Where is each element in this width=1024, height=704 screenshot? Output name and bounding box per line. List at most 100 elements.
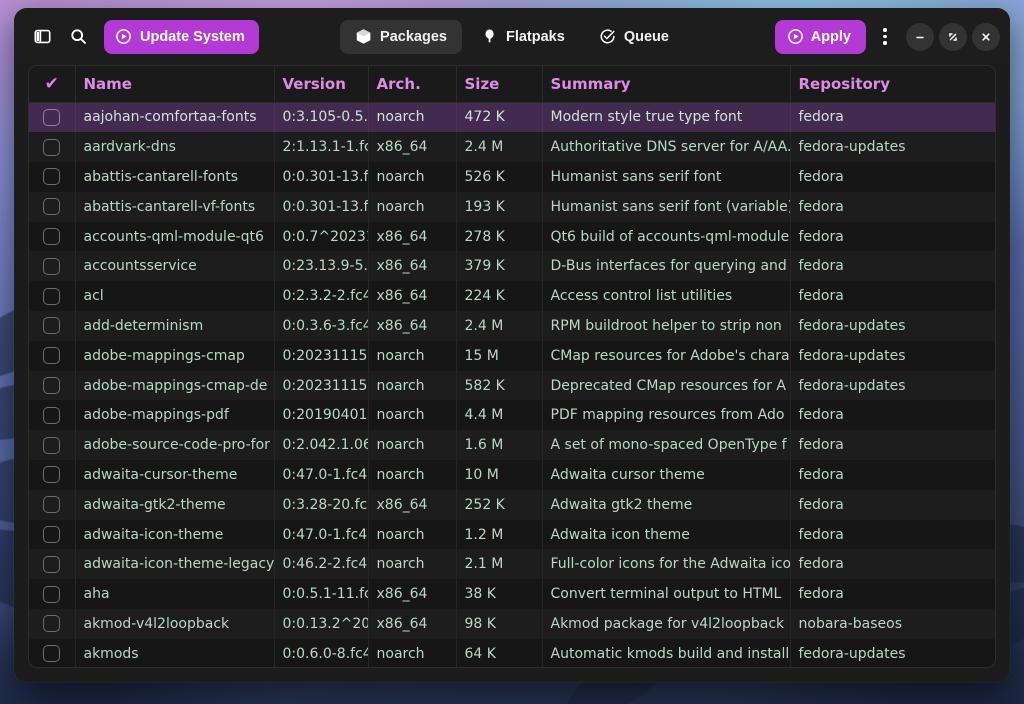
column-header-summary[interactable]: Summary <box>542 66 791 103</box>
table-row[interactable]: adwaita-icon-theme-legacy 0:46.2-2.fc41 no… <box>29 549 995 580</box>
table-row[interactable]: adwaita-cursor-theme 0:47.0-1.fc41 noarch 1… <box>29 460 995 490</box>
package-summary-cell: A set of mono-spaced OpenType f <box>542 430 791 461</box>
table-row[interactable]: accounts-qml-module-qt6 0:0.7^20231 x86_64… <box>29 221 995 252</box>
table-row[interactable]: adwaita-gtk2-theme 0:3.28-20.fc4 x86_64 252… <box>29 489 995 520</box>
row-checkbox[interactable] <box>43 287 61 305</box>
row-checkbox-cell[interactable] <box>29 460 76 490</box>
column-header-size[interactable]: Size <box>456 66 543 103</box>
table-row[interactable]: adwaita-icon-theme 0:47.0-1.fc41 noarch 1.2… <box>29 519 995 550</box>
column-header-version[interactable]: Version <box>274 66 369 103</box>
table-row[interactable]: abattis-cantarell-fonts 0:0.301-13.fe noar… <box>29 162 995 192</box>
package-box-icon <box>355 28 372 45</box>
row-checkbox-cell[interactable] <box>29 191 76 222</box>
row-checkbox[interactable] <box>43 377 61 395</box>
package-summary-cell: Adwaita cursor theme <box>542 460 791 490</box>
maximize-restore-icon[interactable] <box>939 22 967 51</box>
table-row[interactable]: acl 0:2.3.2-2.fc4 x86_64 224 K Access contro… <box>29 281 995 312</box>
row-checkbox-cell[interactable] <box>29 370 76 401</box>
package-arch-cell: noarch <box>368 162 457 192</box>
package-size-cell: 379 K <box>456 251 543 282</box>
row-checkbox-cell[interactable] <box>29 519 76 550</box>
table-row[interactable]: adobe-mappings-cmap-de 0:20231115- noarch 5… <box>29 370 995 401</box>
package-summary-cell: Humanist sans serif font (variable) <box>542 191 791 222</box>
row-checkbox[interactable] <box>43 108 61 126</box>
row-checkbox[interactable] <box>43 555 61 573</box>
update-system-button[interactable]: Update System <box>104 19 259 54</box>
row-checkbox[interactable] <box>43 138 61 156</box>
row-checkbox[interactable] <box>43 466 61 484</box>
package-version-cell: 0:47.0-1.fc41 <box>274 519 369 550</box>
table-row[interactable]: akmods 0:0.6.0-8.fc4 noarch 64 K Automatic k… <box>29 638 995 667</box>
row-checkbox[interactable] <box>43 317 61 335</box>
table-row[interactable]: akmod-v4l2loopback0:0.13.2^202x86_6498 K… <box>29 609 995 639</box>
table-row[interactable]: aardvark-dns 2:1.13.1-1.fc x86_64 2.4 M Auth… <box>29 132 995 163</box>
package-arch-cell: noarch <box>368 102 457 133</box>
package-name-cell: adobe-mappings-pdf <box>75 400 275 431</box>
select-all-checkbox[interactable]: ✔ <box>29 66 76 103</box>
table-row[interactable]: adobe-mappings-cmap 0:20231115- noarch 15 M… <box>29 340 995 371</box>
table-row[interactable]: aajohan-comfortaa-fonts 0:3.105-0.5.2 noar… <box>29 102 995 133</box>
row-checkbox[interactable] <box>43 436 61 454</box>
row-checkbox-cell[interactable] <box>29 311 76 341</box>
play-circle-icon <box>115 28 132 45</box>
row-checkbox[interactable] <box>43 406 61 424</box>
package-version-cell: 0:46.2-2.fc41 <box>274 549 369 580</box>
package-name-cell: adwaita-icon-theme-legacy <box>75 549 275 580</box>
tab-flatpaks[interactable]: Flatpaks <box>466 20 580 54</box>
row-checkbox-cell[interactable] <box>29 400 76 431</box>
package-name-cell: abattis-cantarell-vf-fonts <box>75 191 275 222</box>
row-checkbox-cell[interactable] <box>29 162 76 192</box>
tab-packages[interactable]: Packages <box>340 19 462 54</box>
package-arch-cell: noarch <box>368 191 457 222</box>
table-row[interactable]: accountsservice 0:23.13.9-5.f x86_64 379 KD… <box>29 251 995 282</box>
package-size-cell: 1.6 M <box>456 430 543 461</box>
row-checkbox[interactable] <box>43 585 61 603</box>
package-arch-cell: x86_64 <box>368 251 457 282</box>
search-icon[interactable] <box>62 21 94 53</box>
close-icon[interactable] <box>972 22 1000 51</box>
package-repository-cell: fedora-updates <box>798 645 906 662</box>
row-checkbox-cell[interactable] <box>29 638 76 667</box>
table-row[interactable]: adobe-source-code-pro-for 0:2.042.1.06 noa… <box>29 430 995 461</box>
package-repository-cell: nobara-baseos <box>798 615 903 632</box>
table-row[interactable]: adobe-mappings-pdf 0:20190401- noarch 4.4 M… <box>29 400 995 431</box>
row-checkbox-cell[interactable] <box>29 579 76 610</box>
row-checkbox[interactable] <box>43 198 61 216</box>
row-checkbox-cell[interactable] <box>29 489 76 520</box>
row-checkbox[interactable] <box>43 347 61 365</box>
row-checkbox[interactable] <box>43 526 61 544</box>
package-version-cell: 0:20231115- <box>274 340 369 371</box>
row-checkbox-cell[interactable] <box>29 549 76 580</box>
column-header-name[interactable]: Name <box>75 66 275 103</box>
row-checkbox-cell[interactable] <box>29 281 76 312</box>
row-checkbox-cell[interactable] <box>29 221 76 252</box>
table-row[interactable]: aha 0:0.5.1-11.fc x86_64 38 K Convert termin… <box>29 579 995 610</box>
update-system-label: Update System <box>140 28 245 45</box>
row-checkbox[interactable] <box>43 645 61 663</box>
column-header-repository[interactable]: Repository <box>790 66 995 103</box>
row-checkbox[interactable] <box>43 228 61 246</box>
minimize-icon[interactable] <box>906 22 934 51</box>
table-row[interactable]: add-determinism 0:0.3.6-3.fc4 x86_64 2.4 MR… <box>29 311 995 341</box>
row-checkbox-cell[interactable] <box>29 340 76 371</box>
package-name-cell: aha <box>75 579 275 610</box>
row-checkbox-cell[interactable] <box>29 609 76 639</box>
row-checkbox[interactable] <box>43 257 61 275</box>
row-checkbox[interactable] <box>43 615 61 633</box>
sidebar-panel-icon[interactable] <box>26 21 58 53</box>
apply-button[interactable]: Apply <box>774 19 866 54</box>
tab-queue[interactable]: Queue <box>584 20 684 54</box>
table-row[interactable]: abattis-cantarell-vf-fonts 0:0.301-13.fe n… <box>29 191 995 222</box>
row-checkbox-cell[interactable] <box>29 430 76 461</box>
table-scroll-region[interactable]: aajohan-comfortaa-fonts 0:3.105-0.5.2 noar… <box>29 102 995 667</box>
row-checkbox-cell[interactable] <box>29 102 76 133</box>
play-circle-icon <box>787 28 804 45</box>
row-checkbox-cell[interactable] <box>29 132 76 163</box>
tab-packages-label: Packages <box>380 28 447 45</box>
overflow-menu-icon[interactable] <box>871 22 899 52</box>
row-checkbox[interactable] <box>43 168 61 186</box>
package-size-cell: 2.1 M <box>456 549 543 580</box>
column-header-arch[interactable]: Arch. <box>368 66 457 103</box>
row-checkbox[interactable] <box>43 496 61 514</box>
row-checkbox-cell[interactable] <box>29 251 76 282</box>
